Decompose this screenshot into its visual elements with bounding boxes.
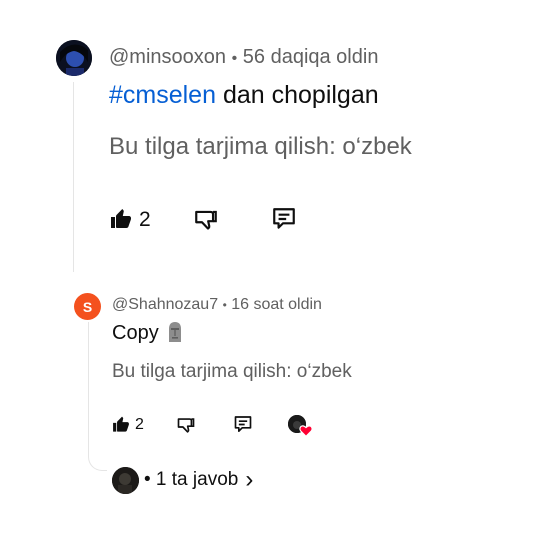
comment-separator: •: [231, 50, 238, 67]
avatar-image: [56, 40, 92, 76]
reply-preview-avatar: [112, 466, 139, 494]
view-replies-label: • 1 ta javob: [144, 469, 239, 490]
thumbs-down-icon[interactable]: [193, 206, 219, 232]
commenter-avatar[interactable]: [56, 40, 92, 76]
reply-body-text: Copy: [112, 322, 159, 344]
heart-icon: [299, 425, 313, 437]
view-replies-button[interactable]: • 1 ta javob ›: [112, 466, 253, 494]
comment-icon[interactable]: [271, 206, 297, 232]
reply-preview-avatar-image: [112, 466, 139, 494]
comment-translate-link[interactable]: Bu tilga tarjima qilish: o‘zbek: [109, 132, 412, 162]
reply-like-count: 2: [135, 416, 144, 433]
creator-heart-icon: [288, 415, 314, 439]
comment-hashtag-link[interactable]: #cmselen: [109, 81, 216, 109]
reply-translate-link[interactable]: Bu tilga tarjima qilish: o‘zbek: [112, 360, 352, 384]
reply-avatar[interactable]: S: [74, 293, 101, 320]
comment-body-text: dan chopilgan: [216, 81, 379, 109]
reply-separator: •: [222, 298, 227, 312]
moai-emoji-icon: [169, 322, 182, 342]
thread-line-reply: [88, 322, 107, 471]
reply-avatar-letter: S: [82, 298, 93, 315]
comment-author[interactable]: @minsooxon: [109, 46, 226, 68]
comment-like-count: 2: [139, 208, 151, 231]
thread-line-main: [73, 82, 74, 272]
reply-author[interactable]: @Shahnozau7: [112, 296, 218, 313]
reply-timestamp[interactable]: 16 soat oldin: [231, 296, 322, 313]
thumbs-up-icon[interactable]: [111, 415, 131, 434]
thumbs-down-icon[interactable]: [176, 414, 196, 435]
comment-header: @minsooxon • 56 daqiqa oldin: [109, 44, 378, 72]
reply-header: @Shahnozau7 • 16 soat oldin: [112, 294, 322, 316]
thumbs-up-icon[interactable]: [108, 207, 134, 231]
comment-timestamp[interactable]: 56 daqiqa oldin: [243, 46, 379, 68]
comment-icon[interactable]: [233, 414, 253, 435]
reply-body: Copy: [112, 320, 184, 346]
chevron-right-icon: ›: [245, 466, 254, 493]
comment-body: #cmselen dan chopilgan: [109, 79, 379, 111]
